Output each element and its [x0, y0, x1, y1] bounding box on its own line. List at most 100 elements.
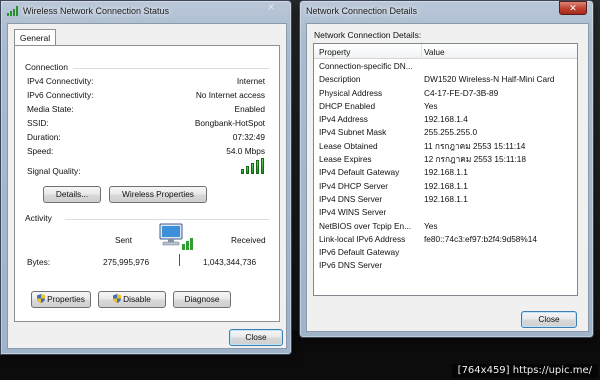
- activity-group-title: Activity: [25, 213, 52, 223]
- table-row[interactable]: Lease Obtained 11 กรกฎาคม 2553 15:11:14: [314, 140, 577, 153]
- status-titlebar[interactable]: Wireless Network Connection Status ✕: [1, 1, 291, 21]
- value-cell: DW1520 Wireless-N Half-Mini Card: [424, 74, 555, 85]
- ssid-value: Bongbank-HotSpot: [194, 118, 265, 128]
- watermark: [764x459] https://upic.me/: [451, 364, 598, 378]
- value-cell: 255.255.255.0: [424, 127, 478, 138]
- media-state-label: Media State:: [27, 104, 74, 114]
- details-caption: Network Connection Details:: [314, 30, 422, 40]
- property-cell: IPv4 Default Gateway: [319, 167, 400, 178]
- property-cell: NetBIOS over Tcpip En...: [319, 220, 412, 231]
- table-row[interactable]: IPv4 WINS Server: [314, 206, 577, 219]
- table-row[interactable]: IPv6 Default Gateway: [314, 246, 577, 259]
- property-cell: Lease Expires: [319, 154, 372, 165]
- status-close-button[interactable]: Close: [229, 329, 283, 346]
- tab-general[interactable]: General: [14, 29, 56, 46]
- table-row[interactable]: IPv4 Default Gateway 192.168.1.1: [314, 166, 577, 179]
- column-header-property[interactable]: Property: [319, 47, 350, 57]
- table-row[interactable]: Physical Address C4-17-FE-D7-3B-89: [314, 87, 577, 100]
- signal-bars-icon: [7, 6, 19, 16]
- properties-button[interactable]: Properties: [31, 291, 91, 308]
- duration-label: Duration:: [27, 132, 61, 142]
- ipv6-connectivity-value: No Internet access: [195, 90, 265, 100]
- value-cell: 192.168.1.4: [424, 114, 468, 125]
- value-cell: 12 กรกฎาคม 2553 15:11:18: [424, 154, 527, 165]
- uac-shield-icon: [37, 294, 46, 303]
- status-window: Wireless Network Connection Status ✕ Gen…: [0, 0, 292, 355]
- connection-group-divider: [73, 68, 269, 69]
- details-close-icon[interactable]: ✕: [559, 1, 587, 15]
- table-row[interactable]: IPv4 DHCP Server 192.168.1.1: [314, 180, 577, 193]
- ipv4-connectivity-value: Internet: [236, 76, 265, 86]
- property-cell: Connection-specific DN...: [319, 61, 413, 71]
- disable-button[interactable]: Disable: [98, 291, 166, 308]
- activity-divider: [179, 254, 180, 266]
- wireless-properties-button[interactable]: Wireless Properties: [109, 186, 207, 203]
- property-cell: IPv4 WINS Server: [319, 207, 387, 218]
- property-cell: IPv4 Address: [319, 114, 368, 125]
- column-separator[interactable]: [421, 44, 422, 59]
- details-body: Network Connection Details: Property Val…: [306, 23, 589, 332]
- status-body: General Connection IPv4 Connectivity: In…: [7, 23, 287, 349]
- ssid-label: SSID:: [27, 118, 49, 128]
- details-close-button[interactable]: Close: [521, 311, 577, 328]
- value-cell: Yes: [424, 220, 438, 231]
- activity-group-divider: [65, 219, 269, 220]
- table-row[interactable]: Description DW1520 Wireless-N Half-Mini C…: [314, 73, 577, 86]
- listview-rows: Connection-specific DN... Description DW15…: [314, 60, 577, 273]
- table-row[interactable]: IPv4 Address 192.168.1.4: [314, 113, 577, 126]
- value-cell: Yes: [424, 100, 438, 111]
- value-cell: C4-17-FE-D7-3B-89: [424, 87, 499, 98]
- diagnose-button[interactable]: Diagnose: [173, 291, 231, 308]
- value-cell: 11 กรกฎาคม 2553 15:11:14: [424, 140, 526, 151]
- table-row[interactable]: IPv6 DNS Server: [314, 259, 577, 272]
- value-cell: 192.168.1.1: [424, 180, 468, 191]
- bytes-label: Bytes:: [27, 257, 51, 267]
- speed-value: 54.0 Mbps: [226, 146, 265, 156]
- media-state-value: Enabled: [234, 104, 265, 114]
- column-header-value[interactable]: Value: [424, 47, 445, 57]
- sent-label: Sent: [115, 235, 133, 245]
- property-cell: Link-local IPv6 Address: [319, 233, 406, 244]
- table-row[interactable]: IPv4 DNS Server 192.168.1.1: [314, 193, 577, 206]
- listview-header: Property Value: [314, 44, 577, 59]
- connection-group-title: Connection: [25, 62, 69, 72]
- speed-label: Speed:: [27, 146, 54, 156]
- duration-value: 07:32:49: [232, 132, 265, 142]
- table-row[interactable]: IPv4 Subnet Mask 255.255.255.0: [314, 126, 577, 139]
- property-cell: Physical Address: [319, 87, 383, 98]
- disable-button-label: Disable: [123, 294, 151, 304]
- table-row[interactable]: NetBIOS over Tcpip En... Yes: [314, 220, 577, 233]
- bytes-received-value: 1,043,344,736: [203, 257, 257, 267]
- status-window-title: Wireless Network Connection Status: [23, 6, 170, 16]
- status-close-icon[interactable]: ✕: [257, 1, 285, 15]
- table-row[interactable]: DHCP Enabled Yes: [314, 100, 577, 113]
- received-label: Received: [231, 235, 266, 245]
- properties-button-label: Properties: [47, 294, 85, 304]
- general-tabpanel: Connection IPv4 Connectivity: Internet I…: [14, 45, 280, 322]
- property-cell: IPv4 DHCP Server: [319, 180, 389, 191]
- signal-quality-icon: [241, 158, 265, 174]
- table-row[interactable]: Link-local IPv6 Address fe80::74c3:ef97:b…: [314, 233, 577, 246]
- ipv6-connectivity-label: IPv6 Connectivity:: [27, 90, 94, 100]
- property-cell: DHCP Enabled: [319, 100, 376, 111]
- property-cell: IPv6 DNS Server: [319, 260, 383, 271]
- property-cell: IPv6 Default Gateway: [319, 247, 400, 258]
- signal-quality-label: Signal Quality:: [27, 166, 81, 176]
- property-cell: Lease Obtained: [319, 140, 378, 151]
- bytes-sent-value: 275,995,976: [103, 257, 150, 267]
- table-row[interactable]: Lease Expires 12 กรกฎาคม 2553 15:11:18: [314, 153, 577, 166]
- details-window-title: Network Connection Details: [306, 6, 418, 16]
- ipv4-connectivity-label: IPv4 Connectivity:: [27, 76, 94, 86]
- property-cell: IPv4 DNS Server: [319, 193, 383, 204]
- details-listview[interactable]: Property Value Connection-specific DN...…: [313, 43, 578, 296]
- details-titlebar[interactable]: Network Connection Details ✕: [300, 1, 593, 21]
- details-window: Network Connection Details ✕ Network Con…: [299, 0, 594, 338]
- computer-network-icon: [159, 223, 193, 250]
- details-button[interactable]: Details...: [43, 186, 101, 203]
- property-cell: Description: [319, 74, 361, 85]
- value-cell: 192.168.1.1: [424, 193, 468, 204]
- uac-shield-icon: [113, 294, 122, 303]
- value-cell: 192.168.1.1: [424, 167, 468, 178]
- value-cell: fe80::74c3:ef97:b2f4:9d58%14: [424, 233, 538, 244]
- table-row[interactable]: Connection-specific DN...: [314, 60, 577, 73]
